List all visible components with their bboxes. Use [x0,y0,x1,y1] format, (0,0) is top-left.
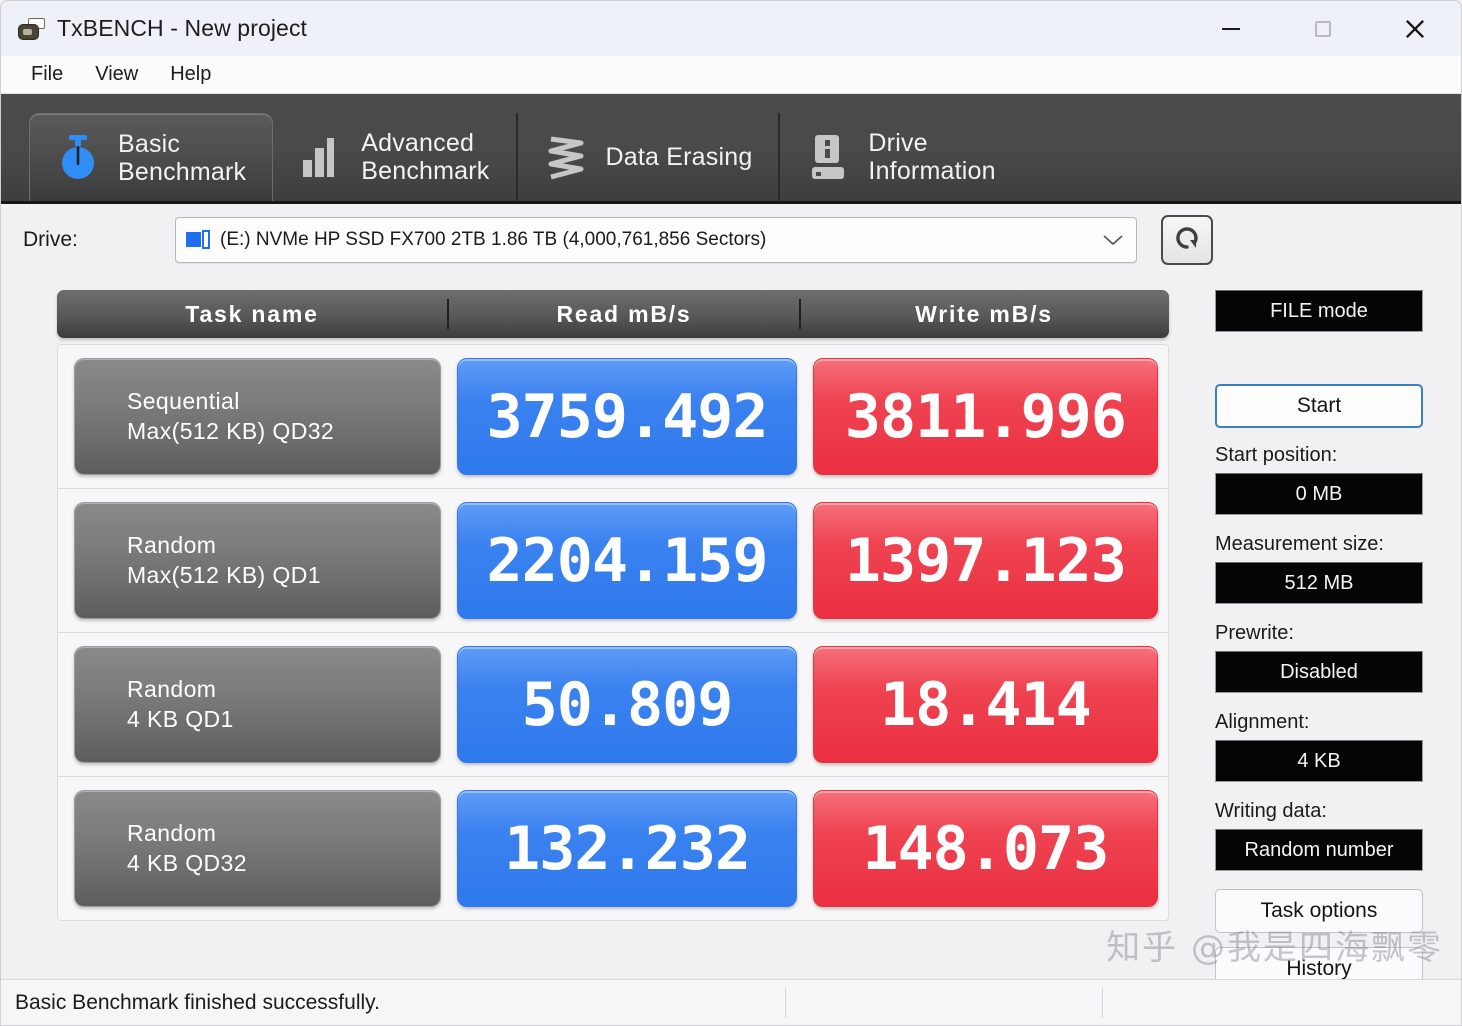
measurement-size-label: Measurement size: [1215,533,1384,555]
bar-chart-icon [295,130,347,184]
drive-selector-row: Drive: (E:) NVMe HP SSD FX700 2TB 1.86 T… [1,204,1461,276]
drive-label: Drive: [23,228,78,251]
alignment-label: Alignment: [1215,711,1310,733]
tab-label-data-erasing: Data Erasing [605,143,753,171]
stopwatch-icon [52,131,104,185]
task-name-cell[interactable]: Random 4 KB QD1 [74,646,442,763]
task-name-cell[interactable]: Sequential Max(512 KB) QD32 [74,358,442,475]
application-window: TxBENCH - New project File View Help Bas… [0,0,1462,1026]
status-divider [1102,987,1103,1018]
tab-data-erasing[interactable]: Data Erasing [518,113,781,201]
close-icon [1401,15,1429,43]
title-bar: TxBENCH - New project [1,1,1461,56]
task-name-cell[interactable]: Random 4 KB QD32 [74,790,442,907]
refresh-icon [1171,222,1203,259]
write-value: 148.073 [812,790,1159,907]
drive-disk-icon [186,229,212,251]
drive-select[interactable]: (E:) NVMe HP SSD FX700 2TB 1.86 TB (4,00… [175,217,1137,263]
maximize-icon [1311,17,1335,41]
tab-bar: Basic Benchmark Advanced Benchmark Data … [1,94,1461,204]
start-position-label: Start position: [1215,444,1338,466]
tab-advanced-benchmark[interactable]: Advanced Benchmark [273,113,518,201]
tab-label-advanced-benchmark: Advanced Benchmark [361,129,490,185]
task-name-line1: Sequential [127,387,240,414]
app-icon [17,16,47,42]
menu-item-file[interactable]: File [15,61,79,88]
refresh-button[interactable] [1161,215,1213,265]
read-value: 2204.159 [457,502,797,619]
benchmark-results: Task name Read mB/s Write mB/s Sequentia… [1,276,1201,976]
hard-drive-icon [802,130,854,184]
tab-basic-benchmark[interactable]: Basic Benchmark [29,113,274,201]
task-name-line2: 4 KB QD1 [127,705,234,732]
table-header: Task name Read mB/s Write mB/s [57,290,1169,338]
task-options-button[interactable]: Task options [1215,889,1423,933]
task-name-line1: Random [127,819,217,846]
menu-item-help[interactable]: Help [154,61,227,88]
zigzag-icon [540,130,592,184]
task-name-line2: 4 KB QD32 [127,849,247,876]
tab-label-drive-information: Drive Information [868,129,996,185]
task-name-line2: Max(512 KB) QD1 [127,561,321,588]
alignment-value[interactable]: 4 KB [1215,740,1423,782]
column-header-write: Write mB/s [915,301,1053,327]
window-controls [1185,1,1461,56]
column-header-task-name: Task name [57,299,449,329]
tab-drive-information[interactable]: Drive Information [780,113,1021,201]
table-row: Random Max(512 KB) QD1 2204.159 1397.123 [57,489,1169,633]
status-divider [785,987,786,1018]
writing-data-value[interactable]: Random number [1215,829,1423,871]
minimize-button[interactable] [1185,1,1277,56]
write-value: 3811.996 [812,358,1159,475]
status-message: Basic Benchmark finished successfully. [15,990,380,1014]
minimize-icon [1219,17,1243,41]
write-value: 1397.123 [812,502,1159,619]
menu-item-view[interactable]: View [79,61,154,88]
task-name-line2: Max(512 KB) QD32 [127,417,335,444]
task-name-line1: Random [127,675,217,702]
measurement-size-value[interactable]: 512 MB [1215,562,1423,604]
read-value: 50.809 [457,646,797,763]
chevron-down-icon[interactable] [1098,233,1128,247]
read-value: 3759.492 [457,358,797,475]
writing-data-label: Writing data: [1215,800,1327,822]
read-value: 132.232 [457,790,797,907]
drive-selected-value: (E:) NVMe HP SSD FX700 2TB 1.86 TB (4,00… [220,229,767,250]
window-title: TxBENCH - New project [57,15,308,41]
options-panel: FILE mode Start Start position: 0 MB Mea… [1201,276,1461,991]
file-mode-display[interactable]: FILE mode [1215,290,1423,332]
prewrite-value[interactable]: Disabled [1215,651,1423,693]
maximize-button[interactable] [1277,1,1369,56]
start-button[interactable]: Start [1215,384,1423,428]
task-name-cell[interactable]: Random Max(512 KB) QD1 [74,502,442,619]
menu-bar: File View Help [1,56,1461,94]
close-button[interactable] [1369,1,1461,56]
write-value: 18.414 [812,646,1159,763]
prewrite-label: Prewrite: [1215,622,1294,644]
table-row: Random 4 KB QD1 50.809 18.414 [57,633,1169,777]
main-content: Task name Read mB/s Write mB/s Sequentia… [1,276,1461,991]
status-bar: Basic Benchmark finished successfully. [1,979,1461,1025]
tab-label-basic-benchmark: Basic Benchmark [118,129,247,186]
start-position-value[interactable]: 0 MB [1215,473,1423,515]
table-row: Sequential Max(512 KB) QD32 3759.492 381… [57,344,1169,489]
table-row: Random 4 KB QD32 132.232 148.073 [57,777,1169,921]
task-name-line1: Random [127,531,217,558]
column-header-read: Read mB/s [449,299,801,329]
